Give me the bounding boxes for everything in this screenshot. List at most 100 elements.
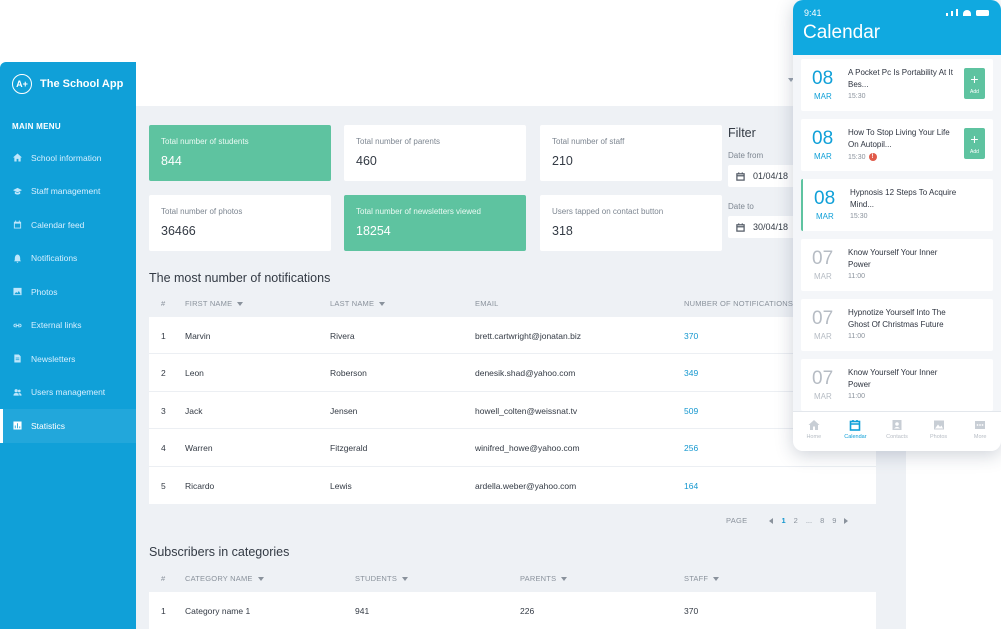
stat-card-value: 36466 [161,224,196,238]
sort-down-icon [237,301,244,306]
table-row[interactable]: 1 Category name 1 941 226 370 [149,592,876,629]
sidebar-item-calendar-feed[interactable]: Calendar feed [0,208,136,242]
cell-email: winifred_howe@yahoo.com [475,443,580,454]
column-header-parents[interactable]: PARENTS [520,574,568,583]
tab-label: Calendar [844,434,867,440]
event-title: A Pocket Pc Is Portability At It Bes... [848,68,953,89]
stat-card-parents: Total number of parents 460 [344,125,526,181]
cell-notification-count[interactable]: 349 [684,368,698,378]
page-link[interactable]: 2 [794,516,798,525]
tab-photos[interactable]: Photos [918,412,960,451]
sidebar-item-school-information[interactable]: School information [0,141,136,175]
filter-title: Filter [728,126,756,140]
subscribers-table-body: 1 Category name 1 941 226 370 [149,592,876,629]
page-link[interactable]: 9 [832,516,836,525]
page-link-current[interactable]: 1 [781,516,785,525]
event-card[interactable]: 08 MAR A Pocket Pc Is Portability At It … [801,59,993,111]
sidebar: A+ The School App MAIN MENU School infor… [0,62,136,629]
event-month: MAR [814,332,832,341]
calendar-icon [736,171,745,181]
add-event-button[interactable]: + Add [964,128,985,159]
status-bar-time: 9:41 [804,8,822,18]
event-card[interactable]: 08 MAR How To Stop Living Your Life On A… [801,119,993,171]
cell-notification-count[interactable]: 256 [684,443,698,453]
cell-index: 5 [161,480,166,491]
sidebar-item-label: Staff management [31,186,101,197]
event-day: 08 [812,128,834,149]
sidebar-item-photos[interactable]: Photos [0,275,136,309]
cell-index: 3 [161,405,166,416]
cell-notification-count[interactable]: 370 [684,331,698,341]
event-time: 15:30! [848,153,877,161]
bar-chart-icon [13,421,22,430]
page-link[interactable]: 8 [820,516,824,525]
column-header-last-name[interactable]: LAST NAME [330,299,386,308]
tab-calendar[interactable]: Calendar [835,412,877,451]
column-header-category-name[interactable]: CATEGORY NAME [185,574,264,583]
sidebar-item-external-links[interactable]: External links [0,309,136,343]
pagination-label: PAGE [726,516,748,525]
event-month: MAR [814,92,832,101]
sort-down-icon [561,576,568,581]
table-row[interactable]: 3 Jack Jensen howell_colten@weissnat.tv … [149,392,876,430]
notifications-section-title: The most number of notifications [149,271,331,285]
stat-card-label: Total number of staff [552,137,625,146]
event-list: 08 MAR A Pocket Pc Is Portability At It … [793,55,1001,411]
event-card[interactable]: 07 MAR Know Yourself Your Inner Power 11… [801,239,993,291]
cell-first-name: Ricardo [185,480,215,491]
sidebar-item-users-management[interactable]: Users management [0,376,136,410]
date-from-label: Date from [728,151,764,160]
sort-down-icon [713,576,720,581]
event-day: 07 [812,248,834,269]
subscribers-table-header: # CATEGORY NAME STUDENTS PARENTS STAFF [149,566,876,592]
sidebar-item-staff-management[interactable]: Staff management [0,175,136,209]
event-title: Hypnosis 12 Steps To Acquire Mind... [850,188,957,209]
column-header-staff[interactable]: STAFF [684,574,720,583]
sidebar-item-label: External links [31,320,82,331]
document-icon [14,354,21,363]
cell-staff: 370 [684,606,699,616]
event-time: 11:00 [848,393,865,400]
cell-email: ardella.weber@yahoo.com [475,480,577,491]
cell-first-name: Jack [185,405,203,416]
cell-first-name: Marvin [185,331,211,341]
event-card[interactable]: 08 MAR Hypnosis 12 Steps To Acquire Mind… [801,179,993,231]
stat-card-photos: Total number of photos 36466 [149,195,331,251]
cell-last-name: Jensen [330,405,358,416]
tab-home[interactable]: Home [793,412,835,451]
prev-page-icon[interactable] [769,517,774,524]
table-row[interactable]: 4 Warren Fitzgerald winifred_howe@yahoo.… [149,429,876,467]
next-page-icon[interactable] [844,517,849,524]
add-event-button[interactable]: + Add [964,68,985,99]
stat-card-staff: Total number of staff 210 [540,125,722,181]
event-time: 11:00 [848,273,865,280]
tab-label: More [973,434,987,440]
stat-card-newsletters-viewed: Total number of newsletters viewed 18254 [344,195,526,251]
notifications-table-body: 1 Marvin Rivera brett.cartwright@jonatan… [149,317,876,504]
cell-index: 1 [161,606,166,616]
sidebar-item-newsletters[interactable]: Newsletters [0,342,136,376]
date-from-value: 01/04/18 [753,171,789,181]
event-month: MAR [814,392,832,401]
sidebar-item-notifications[interactable]: Notifications [0,242,136,276]
column-header-students[interactable]: STUDENTS [355,574,409,583]
brand[interactable]: A+ The School App [0,62,136,106]
tab-more[interactable]: More [959,412,1001,451]
event-card[interactable]: 07 MAR Hypnotize Yourself Into The Ghost… [801,299,993,351]
table-row[interactable]: 5 Ricardo Lewis ardella.weber@yahoo.com … [149,467,876,504]
table-row[interactable]: 2 Leon Roberson denesik.shad@yahoo.com 3… [149,354,876,392]
cell-parents: 226 [520,606,535,616]
table-row[interactable]: 1 Marvin Rivera brett.cartwright@jonatan… [149,317,876,355]
tab-label: Contacts [886,434,908,440]
tab-contacts[interactable]: Contacts [876,412,918,451]
cell-notification-count[interactable]: 509 [684,406,698,416]
plus-icon: + [970,130,979,147]
event-month: MAR [814,152,832,161]
cell-notification-count[interactable]: 164 [684,481,698,491]
event-card[interactable]: 07 MAR Know Yourself Your Inner Power 11… [801,359,993,411]
pagination: PAGE 1 2 ... 8 9 [726,516,849,525]
column-header-first-name[interactable]: FIRST NAME [185,299,244,308]
sidebar-item-statistics[interactable]: Statistics [0,409,136,443]
cell-email: brett.cartwright@jonatan.biz [475,331,581,341]
home-icon [808,420,820,430]
